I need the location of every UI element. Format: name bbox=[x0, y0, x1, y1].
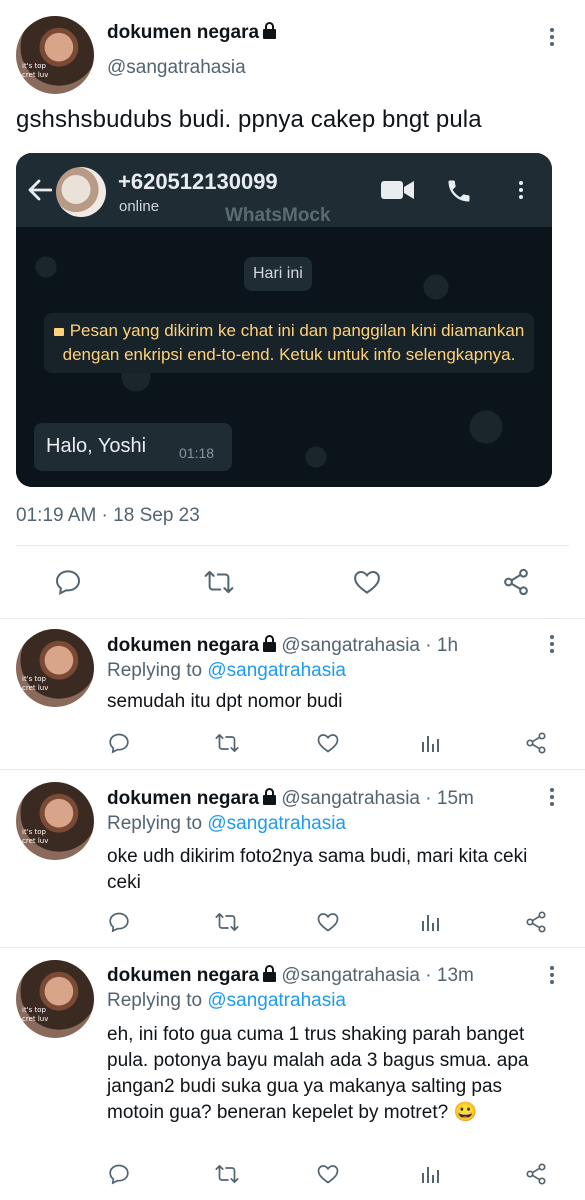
reply-tweet[interactable]: it's top cret luv dokumen negara @sangat… bbox=[0, 770, 585, 946]
divider bbox=[16, 545, 569, 546]
reply-icon[interactable] bbox=[107, 731, 131, 755]
avatar-caption: cret luv bbox=[22, 684, 49, 692]
lock-icon bbox=[263, 965, 277, 982]
reply-text: oke udh dikirim foto2nya sama budi, mari… bbox=[107, 846, 528, 893]
avatar-caption: cret luv bbox=[22, 837, 49, 845]
analytics-icon[interactable] bbox=[420, 732, 442, 754]
contact-number: +620512130099 bbox=[118, 169, 278, 194]
more-icon[interactable] bbox=[549, 788, 555, 809]
more-icon[interactable] bbox=[549, 635, 555, 656]
replying-to-link[interactable]: @sangatrahasia bbox=[207, 660, 346, 681]
avatar[interactable]: it's top cret luv bbox=[16, 960, 94, 1038]
retweet-icon[interactable] bbox=[214, 910, 240, 934]
encryption-notice: Pesan yang dikirim ke chat ini dan pangg… bbox=[44, 313, 534, 373]
share-icon[interactable] bbox=[524, 910, 548, 934]
wa-more-icon bbox=[518, 181, 524, 202]
reply-header: dokumen negara @sangatrahasia · 1h bbox=[107, 635, 458, 657]
tweet-text: gshshsbudubs budi. ppnya cakep bngt pula bbox=[16, 106, 482, 133]
share-icon[interactable] bbox=[524, 731, 548, 755]
encryption-text: Pesan yang dikirim ke chat ini dan pangg… bbox=[62, 321, 525, 364]
contact-avatar bbox=[56, 167, 106, 217]
video-call-icon bbox=[381, 181, 414, 199]
tweet-media-image[interactable]: +620512130099 online Hari ini Pesan yang… bbox=[16, 153, 552, 487]
reply-text: eh, ini foto gua cuma 1 trus shaking par… bbox=[107, 1024, 529, 1123]
reply-header: dokumen negara @sangatrahasia · 13m bbox=[107, 965, 474, 987]
reply-time[interactable]: · 1h bbox=[425, 635, 458, 656]
replying-prefix: Replying to bbox=[107, 660, 203, 681]
phone-icon bbox=[448, 180, 470, 202]
avatar[interactable]: it's top cret luv bbox=[16, 629, 94, 707]
lock-icon bbox=[263, 635, 277, 652]
like-icon[interactable] bbox=[316, 1162, 340, 1186]
reply-tweet[interactable]: it's top cret luv dokumen negara @sangat… bbox=[0, 619, 585, 768]
avatar-caption: it's top bbox=[22, 62, 46, 70]
avatar-caption: it's top bbox=[22, 675, 46, 683]
author-handle[interactable]: @sangatrahasia bbox=[281, 788, 420, 809]
author-name[interactable]: dokumen negara bbox=[107, 965, 259, 986]
avatar-caption: it's top bbox=[22, 1006, 46, 1014]
replying-to-link[interactable]: @sangatrahasia bbox=[207, 813, 346, 834]
replying-prefix: Replying to bbox=[107, 990, 203, 1011]
replying-to: Replying to @sangatrahasia bbox=[107, 813, 346, 835]
like-icon[interactable] bbox=[352, 567, 382, 597]
more-icon[interactable] bbox=[549, 28, 555, 49]
author-row: dokumen negara bbox=[107, 22, 277, 44]
reply-icon[interactable] bbox=[107, 1162, 131, 1186]
message-time: 01:18 bbox=[179, 445, 215, 461]
wa-chat-background: Hari ini Pesan yang dikirim ke chat ini … bbox=[16, 227, 552, 487]
lock-icon bbox=[263, 22, 277, 39]
author-handle[interactable]: @sangatrahasia bbox=[281, 635, 420, 656]
lock-icon bbox=[263, 788, 277, 805]
message-text: Halo, Yoshi bbox=[46, 435, 147, 457]
message-bubble: Halo, Yoshi 01:18 bbox=[34, 423, 232, 471]
analytics-icon[interactable] bbox=[420, 911, 442, 933]
replying-to: Replying to @sangatrahasia bbox=[107, 660, 346, 682]
share-icon[interactable] bbox=[524, 1162, 548, 1186]
replying-to-link[interactable]: @sangatrahasia bbox=[207, 990, 346, 1011]
analytics-icon[interactable] bbox=[420, 1163, 442, 1185]
replying-prefix: Replying to bbox=[107, 813, 203, 834]
avatar-caption: it's top bbox=[22, 828, 46, 836]
retweet-icon[interactable] bbox=[214, 1162, 240, 1186]
tweet-timestamp[interactable]: 01:19 AM · 18 Sep 23 bbox=[16, 505, 200, 527]
watermark: WhatsMock bbox=[225, 205, 331, 226]
replying-to: Replying to @sangatrahasia bbox=[107, 990, 346, 1012]
date-chip: Hari ini bbox=[244, 257, 312, 291]
like-icon[interactable] bbox=[316, 910, 340, 934]
reply-time[interactable]: · 13m bbox=[425, 965, 474, 986]
author-handle[interactable]: @sangatrahasia bbox=[107, 57, 246, 79]
contact-status: online bbox=[119, 198, 160, 215]
author-handle[interactable]: @sangatrahasia bbox=[281, 965, 420, 986]
main-tweet: it's top cret luv dokumen negara @sangat… bbox=[0, 0, 585, 620]
author-name[interactable]: dokumen negara bbox=[107, 22, 259, 43]
share-icon[interactable] bbox=[501, 567, 531, 597]
author-name[interactable]: dokumen negara bbox=[107, 788, 259, 809]
avatar[interactable]: it's top cret luv bbox=[16, 16, 94, 94]
reply-icon[interactable] bbox=[53, 567, 83, 597]
avatar-caption: cret luv bbox=[22, 71, 49, 79]
back-arrow-icon bbox=[28, 179, 52, 201]
more-icon[interactable] bbox=[549, 966, 555, 987]
reply-header: dokumen negara @sangatrahasia · 15m bbox=[107, 788, 474, 810]
reply-text: semudah itu dpt nomor budi bbox=[107, 691, 343, 712]
like-icon[interactable] bbox=[316, 731, 340, 755]
reply-tweet[interactable]: it's top cret luv dokumen negara @sangat… bbox=[0, 948, 585, 1200]
padlock-icon bbox=[53, 328, 64, 336]
reply-time[interactable]: · 15m bbox=[425, 788, 474, 809]
retweet-icon[interactable] bbox=[214, 731, 240, 755]
reply-icon[interactable] bbox=[107, 910, 131, 934]
author-name[interactable]: dokumen negara bbox=[107, 635, 259, 656]
retweet-icon[interactable] bbox=[203, 567, 235, 597]
avatar-caption: cret luv bbox=[22, 1015, 49, 1023]
avatar[interactable]: it's top cret luv bbox=[16, 782, 94, 860]
